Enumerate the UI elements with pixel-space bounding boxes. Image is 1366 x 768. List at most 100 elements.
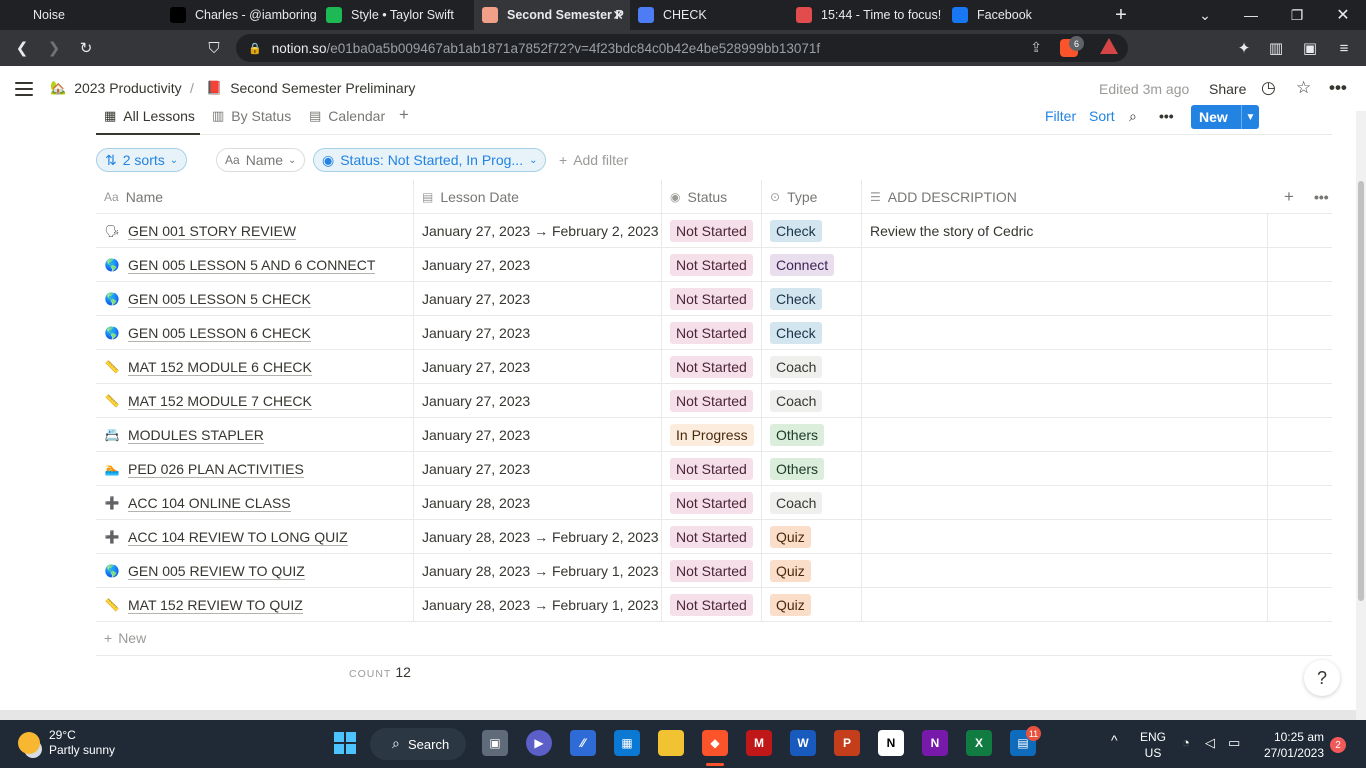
cell-type[interactable]: Check bbox=[762, 214, 862, 248]
minimize-button[interactable]: — bbox=[1236, 0, 1266, 30]
notification-count[interactable]: 2 bbox=[1330, 737, 1346, 753]
taskbar-search[interactable]: ⌕ Search bbox=[370, 728, 466, 760]
forward-icon[interactable]: ❯ bbox=[44, 38, 64, 58]
battery-icon[interactable]: ▭ bbox=[1228, 735, 1240, 751]
tab-by-status[interactable]: ▥ By Status bbox=[212, 108, 291, 124]
cell-type[interactable]: Coach bbox=[762, 350, 862, 384]
row-title[interactable]: GEN 005 REVIEW TO QUIZ bbox=[128, 563, 305, 580]
cell-name[interactable]: 📏 MAT 152 REVIEW TO QUIZ bbox=[96, 588, 414, 622]
filter-button[interactable]: Filter bbox=[1045, 108, 1076, 124]
cell-type[interactable]: Quiz bbox=[762, 520, 862, 554]
maximize-button[interactable]: ❐ bbox=[1282, 0, 1312, 30]
notion-app-icon[interactable]: N bbox=[878, 730, 904, 756]
cell-lesson-date[interactable]: January 27, 2023 bbox=[414, 282, 662, 316]
weather-widget[interactable]: 29°C Partly sunny bbox=[18, 728, 115, 758]
close-window-button[interactable]: ✕ bbox=[1328, 0, 1358, 30]
cell-name[interactable]: 🌎 GEN 005 REVIEW TO QUIZ bbox=[96, 554, 414, 588]
cell-status[interactable]: Not Started bbox=[662, 214, 762, 248]
browser-tab[interactable]: 15:44 - Time to focus! bbox=[788, 0, 942, 30]
table-row[interactable]: ➕ ACC 104 ONLINE CLASS January 28, 2023 Not… bbox=[96, 486, 1332, 520]
table-options-icon[interactable]: ••• bbox=[1306, 180, 1329, 214]
extensions-icon[interactable]: ✦ bbox=[1234, 38, 1254, 58]
cell-name[interactable]: 🏊 PED 026 PLAN ACTIVITIES bbox=[96, 452, 414, 486]
cell-type[interactable]: Connect bbox=[762, 248, 862, 282]
cell-type[interactable]: Coach bbox=[762, 486, 862, 520]
cell-name[interactable]: ➕ ACC 104 REVIEW TO LONG QUIZ bbox=[96, 520, 414, 554]
table-row[interactable]: 🌎 GEN 005 LESSON 6 CHECK January 27, 2023 N… bbox=[96, 316, 1332, 350]
horizontal-scrollbar[interactable] bbox=[0, 710, 1356, 720]
new-entry-button[interactable]: New ▼ bbox=[1191, 105, 1259, 129]
chevron-down-icon[interactable]: ▼ bbox=[1241, 105, 1259, 129]
view-options-icon[interactable]: ••• bbox=[1159, 108, 1174, 124]
cell-lesson-date[interactable]: January 27, 2023 bbox=[414, 350, 662, 384]
word-icon[interactable]: W bbox=[790, 730, 816, 756]
cell-lesson-date[interactable]: January 27, 2023 bbox=[414, 452, 662, 486]
cell-description[interactable] bbox=[862, 316, 1267, 350]
table-row[interactable]: 🏊 PED 026 PLAN ACTIVITIES January 27, 2023… bbox=[96, 452, 1332, 486]
cell-lesson-date[interactable]: January 27, 2023 bbox=[414, 248, 662, 282]
cell-status[interactable]: Not Started bbox=[662, 554, 762, 588]
cell-description[interactable] bbox=[862, 282, 1267, 316]
table-row[interactable]: 🌎 GEN 005 LESSON 5 CHECK January 27, 2023 N… bbox=[96, 282, 1332, 316]
cell-name[interactable]: 🌎 GEN 005 LESSON 5 AND 6 CONNECT bbox=[96, 248, 414, 282]
cell-status[interactable]: Not Started bbox=[662, 350, 762, 384]
row-title[interactable]: MAT 152 MODULE 6 CHECK bbox=[128, 359, 312, 376]
status-filter-chip[interactable]: ◉ Status: Not Started, In Prog... ⌄ bbox=[313, 148, 547, 172]
system-clock[interactable]: 10:25 am 27/01/2023 bbox=[1262, 729, 1324, 761]
cell-status[interactable]: In Progress bbox=[662, 418, 762, 452]
cell-lesson-date[interactable]: January 28, 2023 → February 2, 2023 bbox=[414, 520, 662, 554]
sidebar-icon[interactable]: ▥ bbox=[1266, 38, 1286, 58]
add-view-icon[interactable]: + bbox=[399, 105, 409, 125]
tab-all-lessons[interactable]: ▦ All Lessons bbox=[104, 108, 195, 124]
cell-lesson-date[interactable]: January 28, 2023 bbox=[414, 486, 662, 520]
cell-type[interactable]: Coach bbox=[762, 384, 862, 418]
row-title[interactable]: GEN 005 LESSON 6 CHECK bbox=[128, 325, 311, 342]
row-title[interactable]: GEN 005 LESSON 5 CHECK bbox=[128, 291, 311, 308]
cell-status[interactable]: Not Started bbox=[662, 452, 762, 486]
mcafee-icon[interactable]: M bbox=[746, 730, 772, 756]
history-icon[interactable]: ◷ bbox=[1261, 78, 1276, 98]
cell-lesson-date[interactable]: January 27, 2023 bbox=[414, 316, 662, 350]
more-options-icon[interactable]: ••• bbox=[1329, 78, 1347, 98]
cell-name[interactable]: 📏 MAT 152 MODULE 7 CHECK bbox=[96, 384, 414, 418]
row-title[interactable]: GEN 001 STORY REVIEW bbox=[128, 223, 297, 240]
browser-tab[interactable]: Noise bbox=[0, 0, 160, 30]
name-filter-chip[interactable]: Aa Name ⌄ bbox=[216, 148, 306, 172]
wifi-icon[interactable]: ◔ bbox=[1182, 735, 1190, 750]
add-property-icon[interactable]: + bbox=[1276, 180, 1294, 214]
brave-browser-icon[interactable]: ◆ bbox=[702, 730, 728, 756]
cell-name[interactable]: ➕ ACC 104 ONLINE CLASS bbox=[96, 486, 414, 520]
cell-status[interactable]: Not Started bbox=[662, 248, 762, 282]
cell-description[interactable] bbox=[862, 486, 1267, 520]
cell-lesson-date[interactable]: January 28, 2023 → February 1, 2023 bbox=[414, 554, 662, 588]
wallet-icon[interactable]: ▣ bbox=[1300, 38, 1320, 58]
add-filter-button[interactable]: + Add filter bbox=[559, 152, 628, 168]
favorite-star-icon[interactable]: ☆ bbox=[1296, 78, 1311, 98]
cell-status[interactable]: Not Started bbox=[662, 282, 762, 316]
row-title[interactable]: PED 026 PLAN ACTIVITIES bbox=[128, 461, 304, 478]
column-header-status[interactable]: ◉ Status bbox=[662, 180, 762, 214]
table-row[interactable]: 📏 MAT 152 MODULE 6 CHECK January 27, 2023 N… bbox=[96, 350, 1332, 384]
cell-name[interactable]: 🌎 GEN 005 LESSON 6 CHECK bbox=[96, 316, 414, 350]
help-button[interactable]: ? bbox=[1304, 660, 1340, 696]
cell-description[interactable] bbox=[862, 350, 1267, 384]
table-row[interactable]: 📏 MAT 152 REVIEW TO QUIZ January 28, 2023 … bbox=[96, 588, 1332, 622]
cell-type[interactable]: Others bbox=[762, 418, 862, 452]
app-icon[interactable]: ⁄⁄ bbox=[570, 730, 596, 756]
cell-status[interactable]: Not Started bbox=[662, 520, 762, 554]
close-tab-icon[interactable]: ✕ bbox=[612, 7, 624, 24]
cell-description[interactable] bbox=[862, 452, 1267, 486]
cell-type[interactable]: Check bbox=[762, 282, 862, 316]
tab-search-icon[interactable]: ⌄ bbox=[1190, 0, 1220, 30]
cell-lesson-date[interactable]: January 28, 2023 → February 1, 2023 bbox=[414, 588, 662, 622]
cell-type[interactable]: Quiz bbox=[762, 588, 862, 622]
browser-tab[interactable]: Facebook bbox=[944, 0, 1098, 30]
table-row[interactable]: 🌎 GEN 005 REVIEW TO QUIZ January 28, 2023 … bbox=[96, 554, 1332, 588]
row-title[interactable]: ACC 104 ONLINE CLASS bbox=[128, 495, 291, 512]
breadcrumb-page[interactable]: 📕 Second Semester Preliminary bbox=[206, 80, 415, 96]
search-icon[interactable]: ⌕ bbox=[1129, 108, 1137, 125]
row-title[interactable]: MAT 152 REVIEW TO QUIZ bbox=[128, 597, 303, 614]
bookmark-icon[interactable]: ⛉ bbox=[204, 38, 224, 58]
address-bar[interactable]: 🔒 notion.so/e01ba0a5b009467ab1ab1871a785… bbox=[236, 34, 1128, 62]
browser-tab[interactable]: Second Semester P ✕ bbox=[474, 0, 630, 30]
